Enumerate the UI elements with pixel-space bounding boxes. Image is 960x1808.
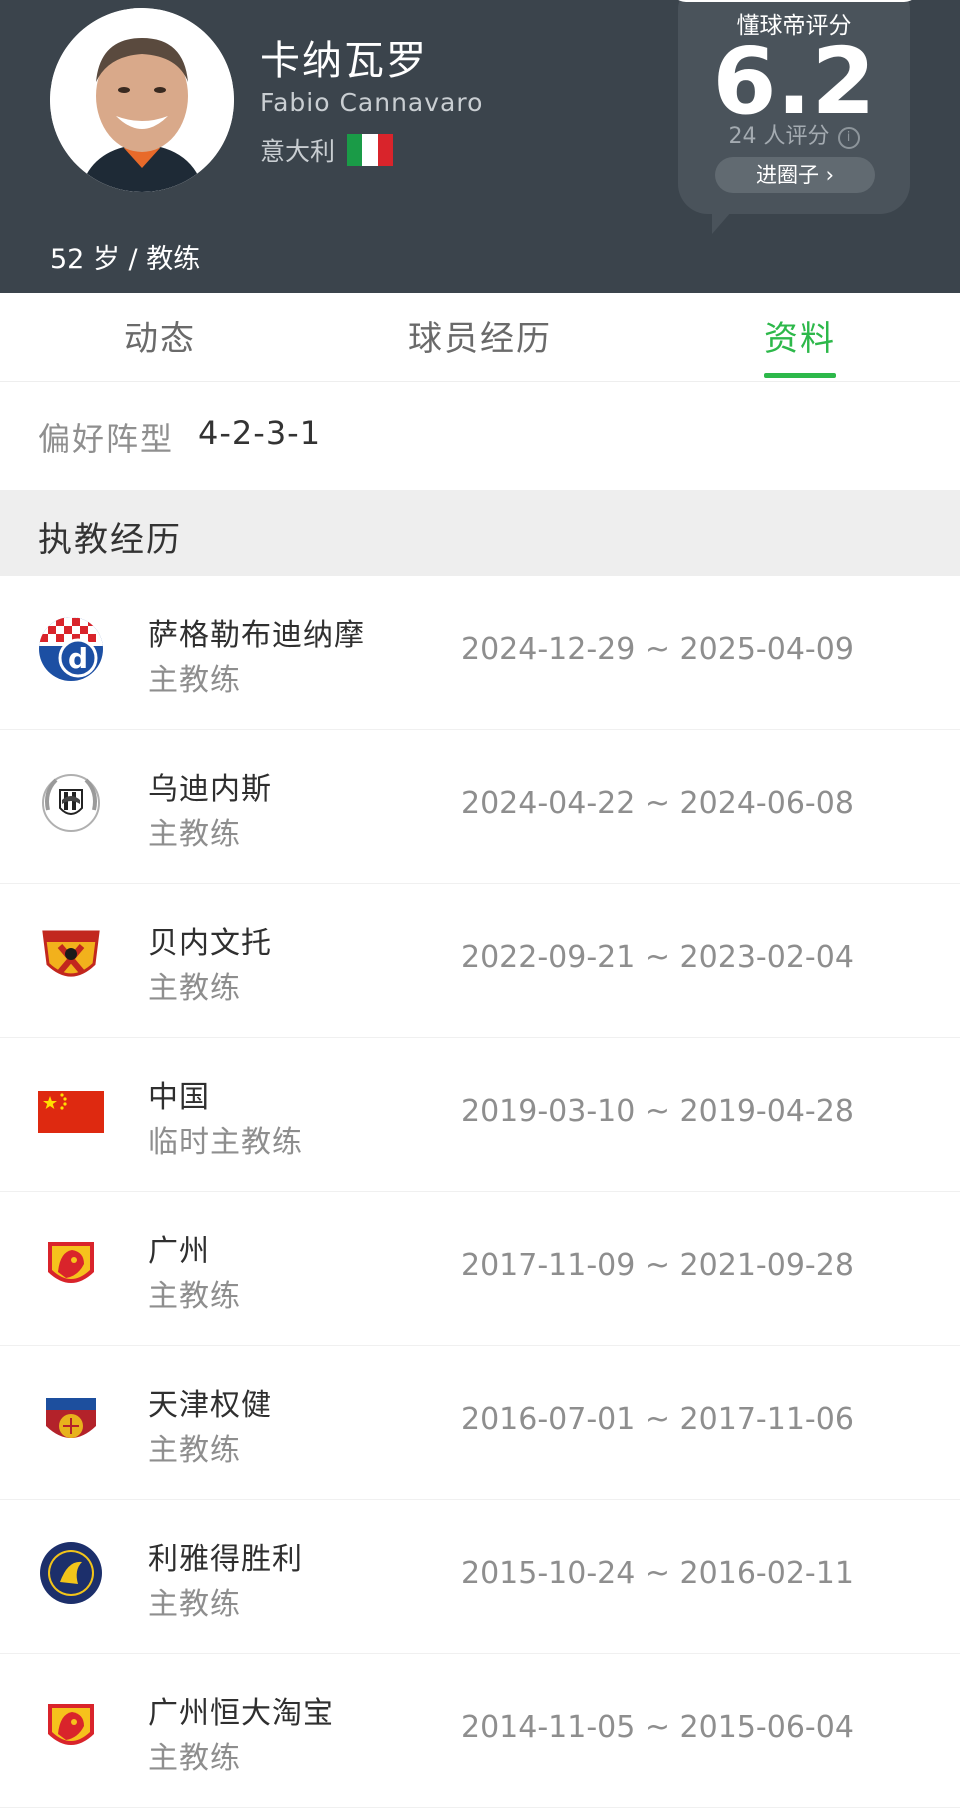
rating-count: 24 人评分 i	[678, 118, 910, 150]
tab-dynamics[interactable]: 动态	[124, 311, 196, 360]
tab-profile[interactable]: 资料	[764, 311, 836, 360]
list-item[interactable]: 乌迪内斯 主教练 2024-04-22 ~ 2024-06-08	[0, 730, 960, 884]
tenure-dates: 2017-11-09 ~ 2021-09-28	[461, 1248, 854, 1283]
team-name: 乌迪内斯	[148, 772, 272, 807]
rating-card-top-edge	[670, 0, 920, 2]
list-item[interactable]: 广州恒大淘宝 主教练 2014-11-05 ~ 2015-06-04	[0, 1654, 960, 1808]
team-name: 贝内文托	[148, 926, 272, 961]
coach-role: 主教练	[148, 1433, 241, 1468]
formation-row: 偏好阵型 4-2-3-1	[0, 382, 960, 490]
tab-bar: 动态 球员经历 资料	[0, 293, 960, 382]
tenure-dates: 2024-04-22 ~ 2024-06-08	[461, 786, 854, 821]
profile-header: 卡纳瓦罗 Fabio Cannavaro 意大利 52 岁 / 教练 懂球帝评分…	[0, 0, 960, 293]
coaching-history-header: 执教经历	[0, 490, 960, 576]
benevento-logo-icon	[42, 930, 100, 977]
age-role: 52 岁 / 教练	[50, 244, 201, 275]
tenure-dates: 2019-03-10 ~ 2019-04-28	[461, 1094, 854, 1129]
team-name: 利雅得胜利	[148, 1542, 303, 1577]
formation-label: 偏好阵型	[38, 420, 175, 458]
coach-role: 主教练	[148, 1279, 241, 1314]
coach-avatar[interactable]	[50, 8, 234, 192]
dinamo-zagreb-logo-icon: d	[39, 617, 103, 681]
team-name: 中国	[148, 1080, 210, 1115]
tenure-dates: 2015-10-24 ~ 2016-02-11	[461, 1556, 854, 1591]
active-tab-indicator	[764, 373, 836, 378]
team-name: 萨格勒布迪纳摩	[148, 618, 365, 653]
country-label: 意大利	[260, 137, 336, 166]
china-flag-icon	[38, 1091, 104, 1133]
tianjin-quanjian-logo-icon	[46, 1398, 96, 1438]
rating-count-text: 24 人评分	[728, 124, 830, 149]
tenure-dates: 2014-11-05 ~ 2015-06-04	[461, 1710, 854, 1745]
rating-card-tail	[712, 204, 738, 234]
coach-role: 主教练	[148, 663, 241, 698]
svg-text:d: d	[68, 642, 88, 675]
team-name: 广州	[148, 1234, 210, 1269]
tab-player-career[interactable]: 球员经历	[408, 311, 552, 360]
italy-flag-icon	[347, 134, 393, 166]
coach-role: 临时主教练	[148, 1125, 303, 1160]
coach-name-cn: 卡纳瓦罗	[260, 38, 428, 84]
list-item[interactable]: 利雅得胜利 主教练 2015-10-24 ~ 2016-02-11	[0, 1500, 960, 1654]
list-item[interactable]: 广州 主教练 2017-11-09 ~ 2021-09-28	[0, 1192, 960, 1346]
team-name: 广州恒大淘宝	[148, 1696, 334, 1731]
list-item[interactable]: 天津权健 主教练 2016-07-01 ~ 2017-11-06	[0, 1346, 960, 1500]
coach-name-en: Fabio Cannavaro	[260, 88, 484, 117]
coach-role: 主教练	[148, 1741, 241, 1776]
formation-value: 4-2-3-1	[198, 414, 322, 452]
info-icon[interactable]: i	[837, 127, 860, 149]
coach-role: 主教练	[148, 817, 241, 852]
al-nassr-logo-icon	[40, 1542, 102, 1604]
coach-country: 意大利	[260, 132, 393, 168]
tenure-dates: 2024-12-29 ~ 2025-04-09	[461, 632, 854, 667]
enter-circle-button[interactable]: 进圈子 ›	[715, 157, 875, 193]
list-item[interactable]: 贝内文托 主教练 2022-09-21 ~ 2023-02-04	[0, 884, 960, 1038]
coach-role: 主教练	[148, 971, 241, 1006]
list-item[interactable]: d 萨格勒布迪纳摩 主教练 2024-12-29 ~ 2025-04-09	[0, 576, 960, 730]
tenure-dates: 2022-09-21 ~ 2023-02-04	[461, 940, 854, 975]
list-item[interactable]: 中国 临时主教练 2019-03-10 ~ 2019-04-28	[0, 1038, 960, 1192]
coaching-history-list: d 萨格勒布迪纳摩 主教练 2024-12-29 ~ 2025-04-09 乌迪…	[0, 576, 960, 1808]
guangzhou-evergrande-logo-icon	[48, 1704, 94, 1745]
section-title: 执教经历	[38, 520, 182, 560]
tenure-dates: 2016-07-01 ~ 2017-11-06	[461, 1402, 854, 1437]
team-name: 天津权健	[148, 1388, 272, 1423]
coach-role: 主教练	[148, 1587, 241, 1622]
guangzhou-logo-icon	[48, 1242, 94, 1283]
udinese-logo-icon	[42, 774, 100, 832]
